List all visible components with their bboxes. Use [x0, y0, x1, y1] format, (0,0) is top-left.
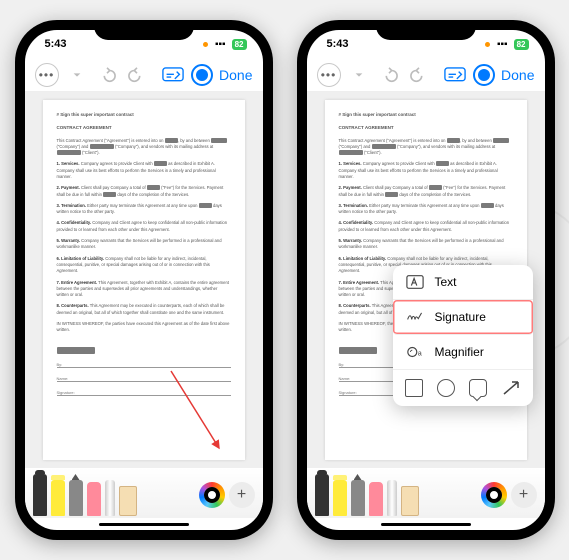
doc-heading: # Sign this super important contract [57, 112, 231, 119]
doc-clause: 4. Confidentiality. Company and Client a… [339, 220, 513, 233]
document-page: # Sign this super important contract CON… [43, 100, 245, 460]
doc-clause: 2. Payment. Client shall pay Company a t… [57, 185, 231, 198]
document-viewport[interactable]: # Sign this super important contract CON… [307, 92, 545, 468]
doc-clause: 3. Termination. Either party may termina… [57, 203, 231, 216]
pencil-tool[interactable] [69, 480, 83, 516]
doc-clause: 4. Confidentiality. Company and Client a… [57, 220, 231, 233]
signature-icon [405, 309, 425, 325]
battery-icon: 82 [232, 39, 247, 50]
done-button[interactable]: Done [219, 67, 252, 83]
popover-magnifier-option[interactable]: a Magnifier [393, 335, 533, 370]
popover-label: Signature [435, 310, 486, 324]
highlighter-tool[interactable] [333, 480, 347, 516]
doc-clause: 5. Warranty. Company warrants that the S… [339, 238, 513, 251]
home-indicator[interactable] [307, 518, 545, 530]
popover-text-option[interactable]: Text [393, 265, 533, 300]
markup-toggle-button[interactable] [473, 64, 495, 86]
clock: 5:43 [327, 38, 349, 50]
home-indicator[interactable] [25, 518, 263, 530]
clock: 5:43 [45, 38, 67, 50]
recording-indicator-icon [203, 42, 208, 47]
chevron-down-icon[interactable] [347, 63, 371, 87]
lasso-tool[interactable] [105, 480, 115, 516]
add-annotation-button[interactable]: + [511, 482, 537, 508]
redo-button[interactable] [407, 63, 431, 87]
more-menu-button[interactable]: ••• [317, 63, 341, 87]
doc-heading: # Sign this super important contract [339, 112, 513, 119]
markup-toolbar: ••• Done [307, 58, 545, 92]
recording-indicator-icon [485, 42, 490, 47]
redo-button[interactable] [125, 63, 149, 87]
doc-clause: 8. Counterparts. This Agreement may be e… [57, 303, 231, 316]
notch [94, 20, 194, 40]
autofill-button[interactable] [443, 63, 467, 87]
screen: 5:43 ▪▪▪ 82 ••• Done # Sign this super i… [307, 30, 545, 530]
eraser-tool[interactable] [87, 482, 101, 516]
doc-clause: 1. Services. Company agrees to provide C… [57, 161, 231, 180]
magnifier-icon: a [405, 344, 425, 360]
ruler-tool[interactable] [119, 486, 137, 516]
battery-icon: 82 [514, 39, 529, 50]
shape-arrow-button[interactable] [501, 379, 521, 397]
notch [376, 20, 476, 40]
chevron-down-icon[interactable] [65, 63, 89, 87]
highlighter-tool[interactable] [51, 480, 65, 516]
doc-clause: 7. Entire Agreement. This Agreement, tog… [57, 280, 231, 299]
doc-clause: 3. Termination. Either party may termina… [339, 203, 513, 216]
signature-block: Company Name By: Name: Signature: [57, 348, 231, 396]
screen: 5:43 ▪▪▪ 82 ••• Done # Sign this super i… [25, 30, 263, 530]
doc-clause: 1. Services. Company agrees to provide C… [339, 161, 513, 180]
doc-subtitle: CONTRACT AGREEMENT [57, 125, 231, 132]
ruler-tool[interactable] [401, 486, 419, 516]
shape-circle-button[interactable] [437, 379, 455, 397]
markup-toolbar: ••• Done [25, 58, 263, 92]
doc-subtitle: CONTRACT AGREEMENT [339, 125, 513, 132]
popover-label: Magnifier [435, 345, 484, 359]
done-button[interactable]: Done [501, 67, 534, 83]
color-picker-button[interactable] [199, 482, 225, 508]
cellular-icon: ▪▪▪ [215, 39, 226, 50]
doc-clause: 6. Limitation of Liability. Company shal… [57, 256, 231, 275]
markup-toggle-button[interactable] [191, 64, 213, 86]
document-viewport[interactable]: # Sign this super important contract CON… [25, 92, 263, 468]
phone-right: 5:43 ▪▪▪ 82 ••• Done # Sign this super i… [297, 20, 555, 540]
doc-intro: This Contract Agreement ("Agreement") is… [339, 138, 513, 157]
doc-clause: 2. Payment. Client shall pay Company a t… [339, 185, 513, 198]
tool-tray: + [307, 468, 545, 518]
add-annotation-button[interactable]: + [229, 482, 255, 508]
text-icon [405, 274, 425, 290]
popover-signature-option[interactable]: Signature [393, 300, 533, 335]
tool-tray: + [25, 468, 263, 518]
cellular-icon: ▪▪▪ [497, 39, 508, 50]
doc-witness: IN WITNESS WHEREOF, the parties have exe… [57, 321, 231, 334]
phone-left: 5:43 ▪▪▪ 82 ••• Done # Sign this super i… [15, 20, 273, 540]
color-picker-button[interactable] [481, 482, 507, 508]
undo-button[interactable] [377, 63, 401, 87]
svg-text:a: a [417, 349, 421, 358]
pen-tool[interactable] [315, 474, 329, 516]
autofill-button[interactable] [161, 63, 185, 87]
doc-intro: This Contract Agreement ("Agreement") is… [57, 138, 231, 157]
more-menu-button[interactable]: ••• [35, 63, 59, 87]
add-annotation-popover: Text Signature a Magnifier [393, 265, 533, 406]
popover-shapes-row [393, 370, 533, 406]
pencil-tool[interactable] [351, 480, 365, 516]
pen-tool[interactable] [33, 474, 47, 516]
popover-label: Text [435, 275, 457, 289]
shape-square-button[interactable] [405, 379, 423, 397]
doc-clause: 5. Warranty. Company warrants that the S… [57, 238, 231, 251]
lasso-tool[interactable] [387, 480, 397, 516]
undo-button[interactable] [95, 63, 119, 87]
eraser-tool[interactable] [369, 482, 383, 516]
shape-speech-bubble-button[interactable] [469, 379, 487, 397]
